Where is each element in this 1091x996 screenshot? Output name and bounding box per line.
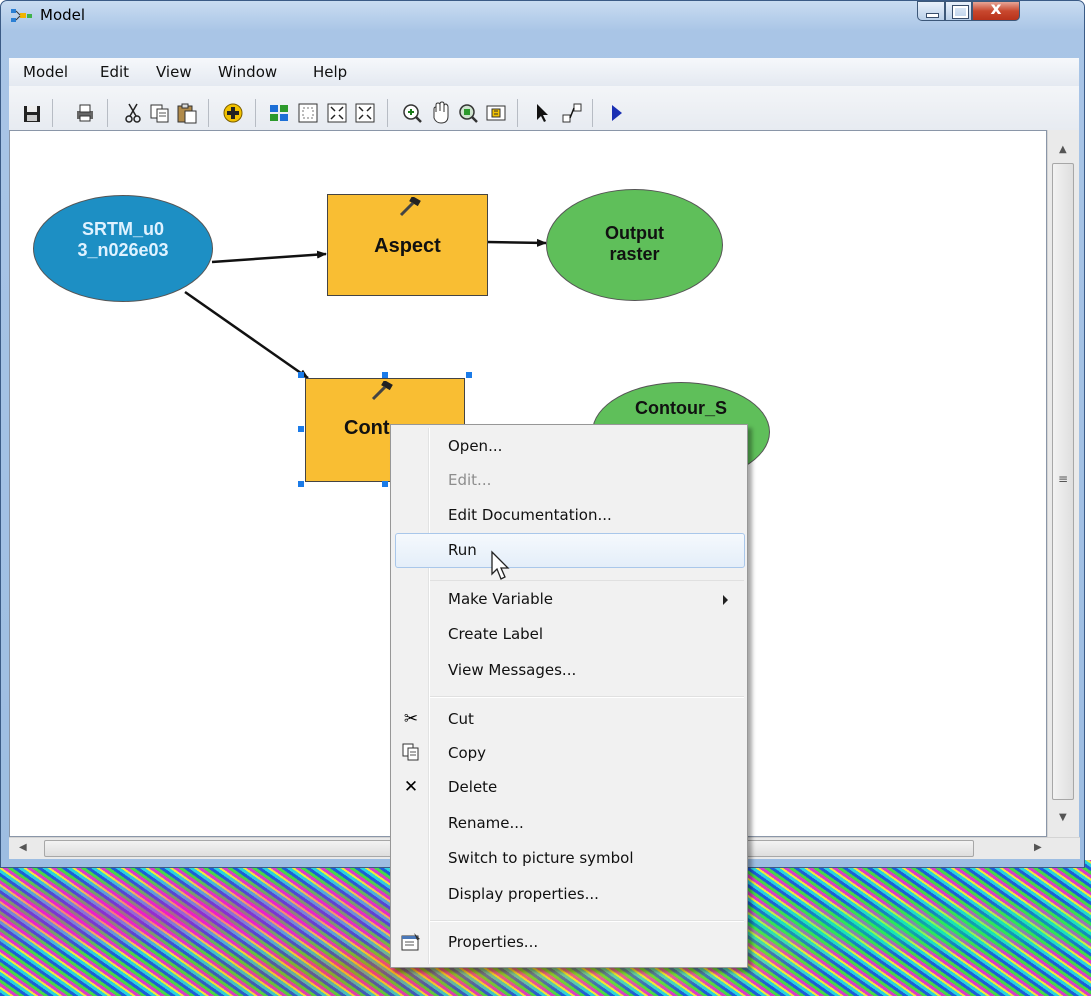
output-raster-label-line1: Output: [605, 223, 664, 243]
menu-item-copy[interactable]: Copy: [392, 738, 746, 770]
aspect-tool-box[interactable]: Aspect: [327, 194, 488, 296]
scroll-up-arrow-icon[interactable]: ▲: [1059, 144, 1067, 155]
menu-item-label: Properties...: [448, 933, 539, 951]
hammer-icon: [399, 197, 421, 217]
copy-icon: [402, 743, 419, 761]
output-raster-label-line2: raster: [609, 244, 660, 264]
menu-item-label: Switch to picture symbol: [448, 849, 634, 867]
input-data-ellipse[interactable]: SRTM_u0 3_n026e03: [33, 195, 213, 302]
menu-item-label: Create Label: [448, 625, 544, 643]
menu-item-label: Copy: [448, 744, 487, 762]
menu-item-delete[interactable]: ✕ Delete: [392, 772, 746, 804]
menu-item-cut[interactable]: ✂ Cut: [392, 704, 746, 736]
connector-aspect-to-output[interactable]: [486, 238, 547, 247]
connector-input-to-contour[interactable]: [184, 290, 309, 380]
menu-separator: [430, 580, 744, 581]
scroll-right-arrow-icon[interactable]: ▶: [1034, 842, 1042, 853]
menu-item-label: Make Variable: [448, 590, 554, 608]
menu-item-run[interactable]: Run: [392, 535, 746, 567]
menu-item-label: Cut: [448, 710, 474, 728]
menu-item-display-properties[interactable]: Display properties...: [392, 879, 746, 911]
selection-handle[interactable]: [382, 481, 388, 487]
scroll-left-arrow-icon[interactable]: ◀: [19, 842, 27, 853]
menu-item-open[interactable]: Open...: [392, 430, 746, 462]
scroll-grip-icon: ≡: [1058, 472, 1069, 486]
menu-item-edit-documentation[interactable]: Edit Documentation...: [392, 499, 746, 531]
menu-item-edit: Edit...: [392, 464, 746, 496]
menu-item-label: Edit...: [448, 471, 492, 489]
menu-separator: [430, 920, 744, 922]
menu-item-rename[interactable]: Rename...: [392, 808, 746, 840]
submenu-arrow-icon: [723, 595, 728, 605]
input-data-label-line2: 3_n026e03: [77, 240, 169, 260]
scroll-down-arrow-icon[interactable]: ▼: [1059, 812, 1067, 823]
selection-handle[interactable]: [382, 372, 388, 378]
menu-separator: [430, 696, 744, 698]
output-raster-ellipse[interactable]: Output raster: [546, 189, 723, 301]
menu-item-view-messages[interactable]: View Messages...: [392, 655, 746, 687]
delete-icon: ✕: [403, 777, 419, 797]
menu-item-label: Display properties...: [448, 885, 599, 903]
hammer-icon: [371, 381, 393, 401]
menu-item-create-label[interactable]: Create Label: [392, 619, 746, 651]
menu-item-label: Edit Documentation...: [448, 506, 612, 524]
selection-handle[interactable]: [298, 426, 304, 432]
menu-item-label: Open...: [448, 437, 503, 455]
selection-handle[interactable]: [298, 481, 304, 487]
mouse-cursor-icon: [491, 550, 510, 580]
selection-handle[interactable]: [466, 372, 472, 378]
menu-item-label: Rename...: [448, 814, 524, 832]
scissors-icon: ✂: [403, 709, 419, 729]
input-data-label-line1: SRTM_u0: [81, 219, 164, 239]
menu-item-switch-to-picture-symbol[interactable]: Switch to picture symbol: [392, 843, 746, 875]
properties-icon: [401, 933, 420, 951]
selection-handle[interactable]: [298, 372, 304, 378]
menu-item-make-variable[interactable]: Make Variable: [392, 584, 746, 616]
menu-item-label: Run: [448, 541, 477, 559]
contour-output-label: Contour_S: [635, 398, 727, 418]
menu-item-label: Delete: [448, 778, 498, 796]
menu-item-properties[interactable]: Properties...: [392, 927, 746, 959]
aspect-tool-label: Aspect: [374, 235, 441, 257]
menu-item-label: View Messages...: [448, 661, 577, 679]
connector-input-to-aspect[interactable]: [211, 250, 327, 264]
